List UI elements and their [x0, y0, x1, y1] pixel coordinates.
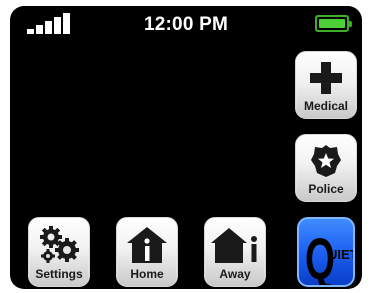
settings-button[interactable]: Settings: [28, 217, 90, 287]
status-time: 12:00 PM: [144, 14, 228, 35]
gears-icon: [29, 225, 89, 263]
home-label: Home: [130, 267, 164, 281]
medical-cross-icon: [296, 59, 356, 97]
quiet-logo-icon: Q UIET: [305, 227, 353, 285]
away-button[interactable]: Away: [204, 217, 266, 287]
settings-label: Settings: [35, 267, 83, 281]
device-screen: 12:00 PM Medical Police Settings Home Aw…: [10, 6, 362, 289]
quiet-rest: UIET: [328, 247, 353, 262]
police-button[interactable]: Police: [295, 134, 357, 202]
home-button[interactable]: Home: [116, 217, 178, 287]
away-home-icon: [205, 225, 265, 263]
medical-label: Medical: [303, 99, 348, 113]
quiet-button[interactable]: Q UIET: [297, 217, 355, 287]
status-bar: 12:00 PM: [10, 6, 362, 40]
police-label: Police: [308, 182, 344, 196]
police-badge-icon: [296, 142, 356, 180]
away-label: Away: [219, 267, 251, 281]
home-icon: [117, 225, 177, 263]
medical-button[interactable]: Medical: [295, 51, 357, 119]
battery-icon: [315, 15, 352, 32]
